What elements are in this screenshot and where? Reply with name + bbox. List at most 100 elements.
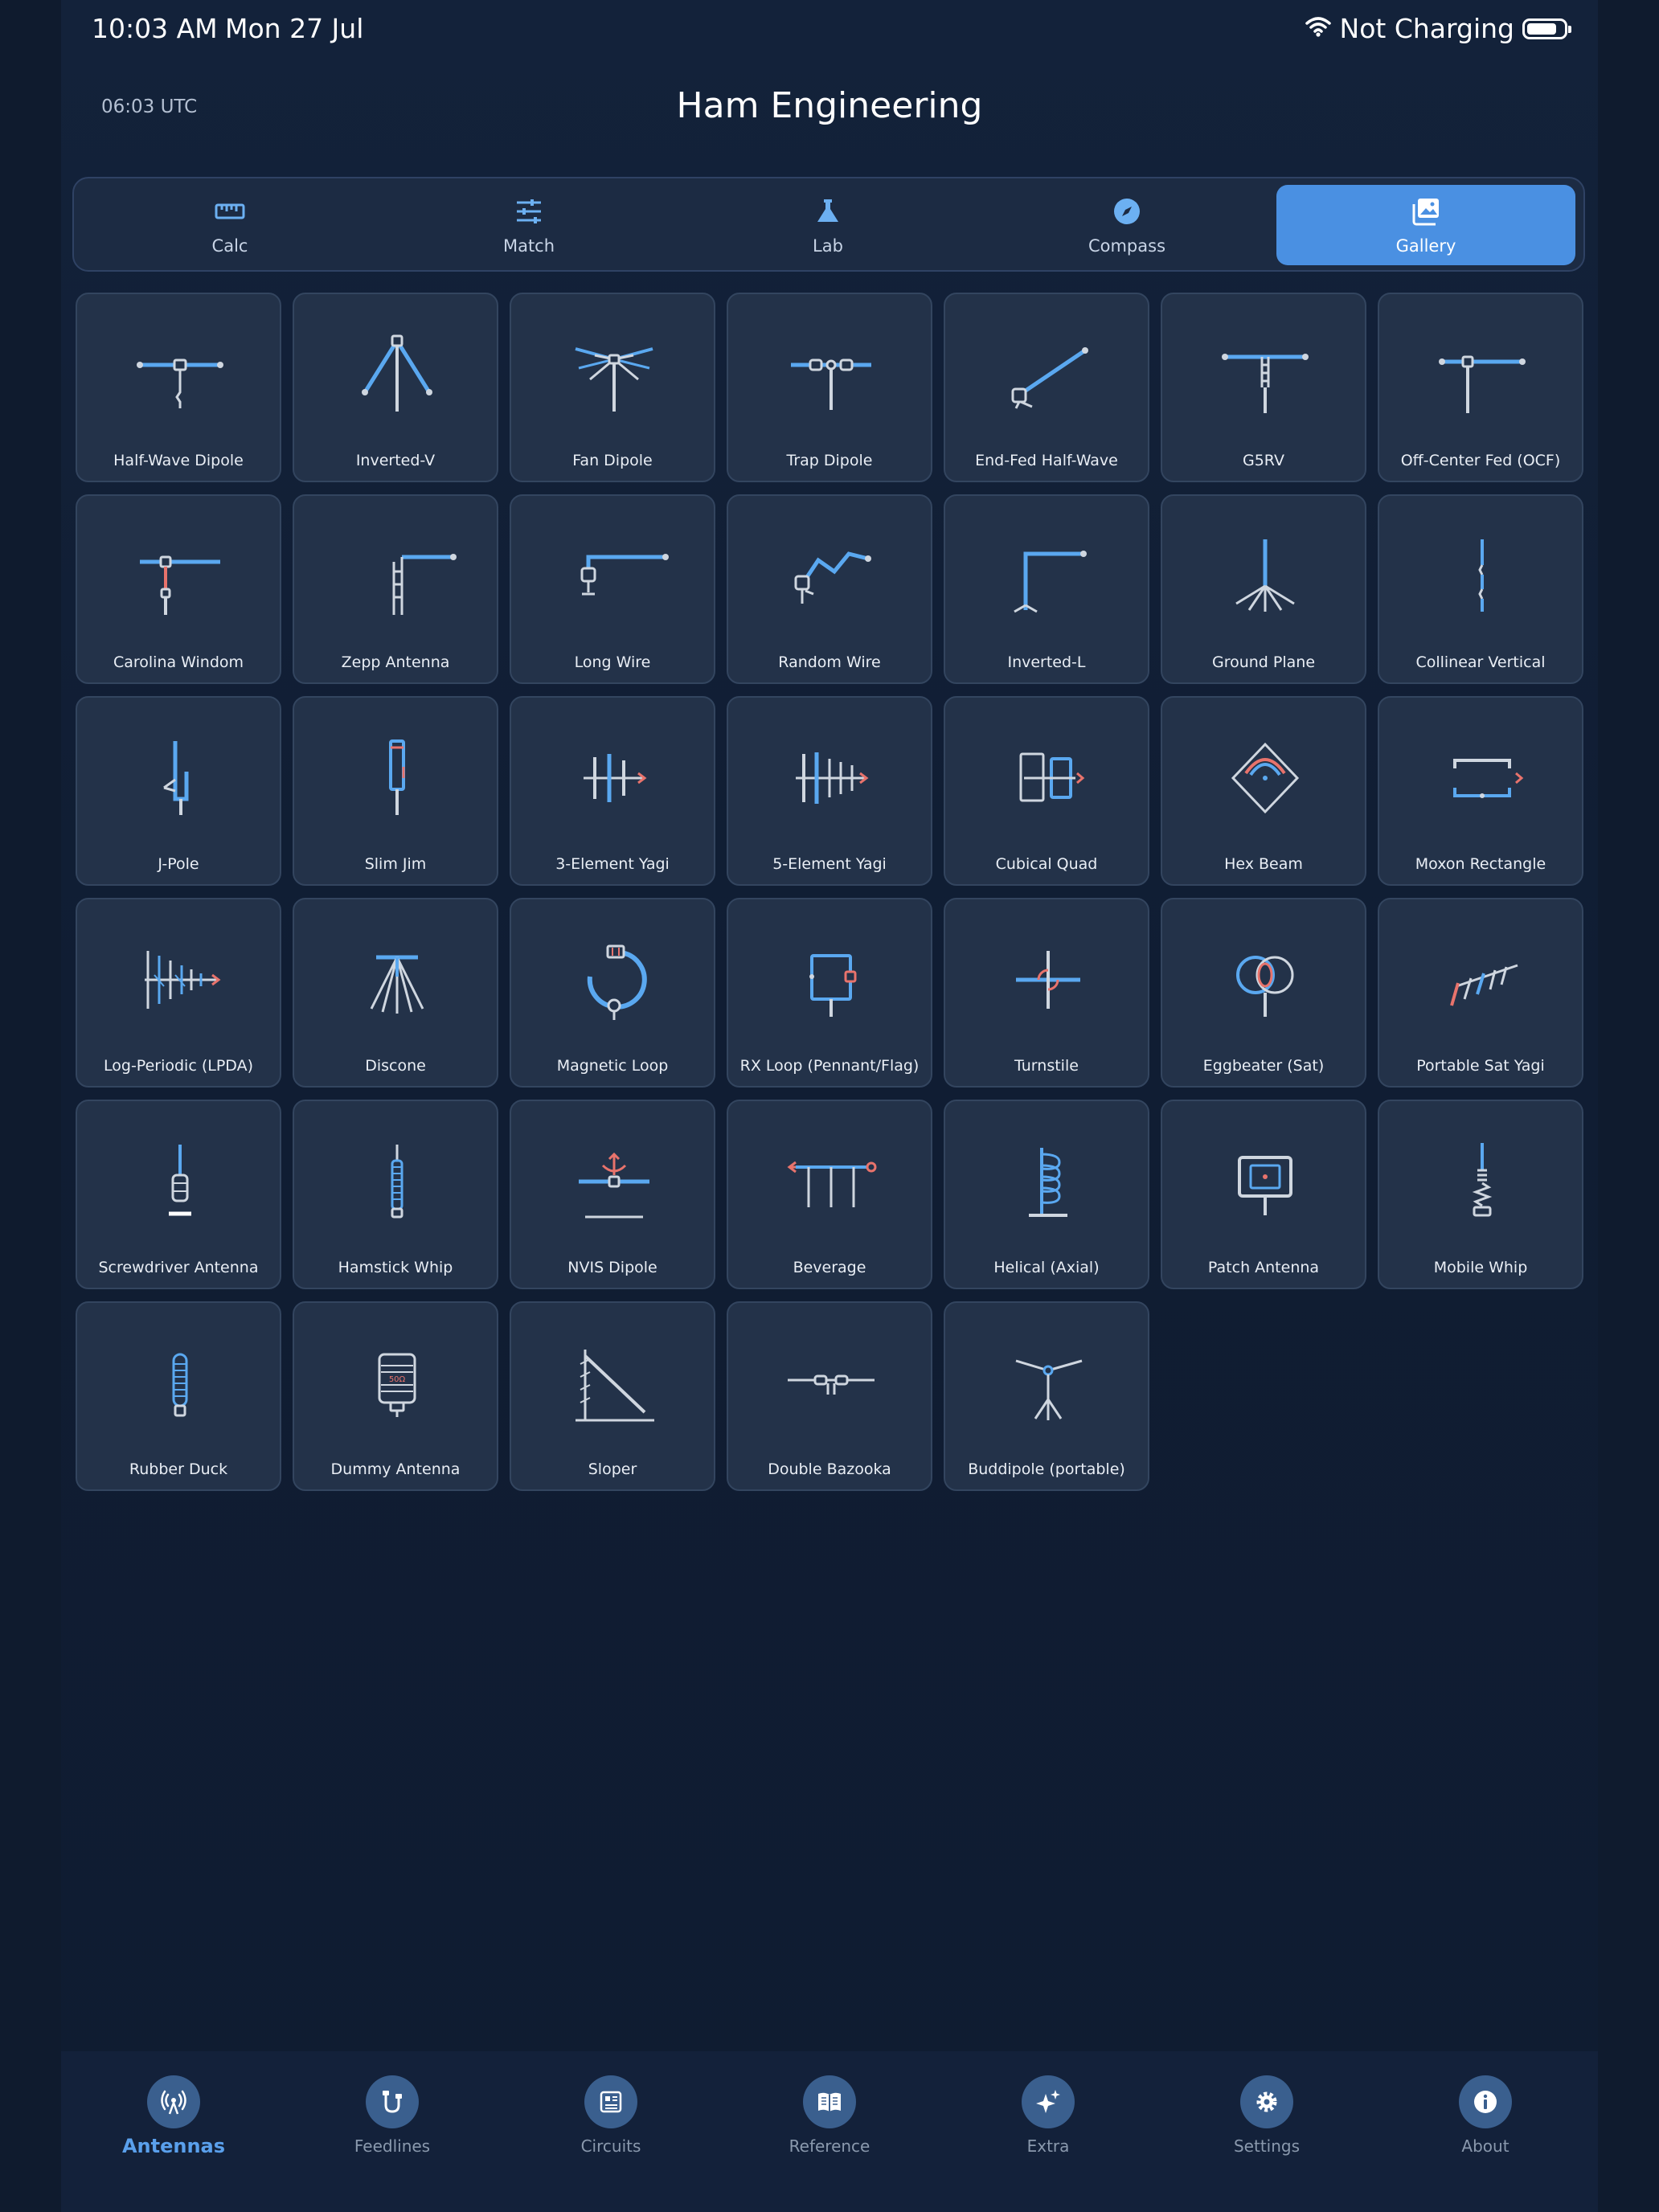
magnetic-loop-icon xyxy=(542,928,686,1025)
card-buddipole[interactable]: Buddipole (portable) xyxy=(944,1301,1149,1491)
tab-antennas[interactable]: Antennas xyxy=(93,2075,254,2157)
card-double-bazooka[interactable]: Double Bazooka xyxy=(727,1301,932,1491)
card-label: Hamstick Whip xyxy=(338,1259,453,1276)
segment-bar: Calc Match Lab Compass Gallery xyxy=(72,177,1585,272)
card-moxon-rectangle[interactable]: Moxon Rectangle xyxy=(1378,696,1583,886)
card-collinear-vertical[interactable]: Collinear Vertical xyxy=(1378,494,1583,684)
card-label: Discone xyxy=(365,1057,426,1075)
status-bar: 10:03 AM Mon 27 Jul Not Charging xyxy=(61,0,1598,61)
card-label: Collinear Vertical xyxy=(1415,653,1546,671)
card-random-wire[interactable]: Random Wire xyxy=(727,494,932,684)
segment-label: Gallery xyxy=(1395,236,1456,256)
card-label: Patch Antenna xyxy=(1207,1259,1320,1276)
tab-circuits[interactable]: Circuits xyxy=(530,2075,691,2156)
moxon-rectangle-icon xyxy=(1410,727,1555,823)
card-inverted-v[interactable]: Inverted-V xyxy=(293,293,498,482)
carolina-windom-icon xyxy=(108,525,252,621)
card-label: Screwdriver Antenna xyxy=(98,1259,259,1276)
segment-label: Compass xyxy=(1088,236,1166,256)
card-label: Beverage xyxy=(793,1259,866,1276)
card-yagi-5-element[interactable]: 5-Element Yagi xyxy=(727,696,932,886)
hex-beam-icon xyxy=(1193,727,1337,823)
card-end-fed-half-wave[interactable]: End-Fed Half-Wave xyxy=(944,293,1149,482)
card-rubber-duck[interactable]: Rubber Duck xyxy=(76,1301,281,1491)
card-helical[interactable]: Helical (Axial) xyxy=(944,1100,1149,1289)
card-log-periodic[interactable]: Log-Periodic (LPDA) xyxy=(76,898,281,1088)
gallery-icon xyxy=(1410,195,1442,231)
card-hex-beam[interactable]: Hex Beam xyxy=(1161,696,1366,886)
gear-icon xyxy=(1240,2075,1293,2128)
nvis-dipole-icon xyxy=(542,1130,686,1227)
card-label: Carolina Windom xyxy=(113,653,244,671)
trap-dipole-icon xyxy=(759,323,903,420)
card-magnetic-loop[interactable]: Magnetic Loop xyxy=(510,898,715,1088)
card-ground-plane[interactable]: Ground Plane xyxy=(1161,494,1366,684)
card-screwdriver-antenna[interactable]: Screwdriver Antenna xyxy=(76,1100,281,1289)
rubber-duck-icon xyxy=(108,1332,252,1428)
segment-lab[interactable]: Lab xyxy=(678,185,977,265)
card-turnstile[interactable]: Turnstile xyxy=(944,898,1149,1088)
card-trap-dipole[interactable]: Trap Dipole xyxy=(727,293,932,482)
ruler-icon xyxy=(214,195,246,231)
card-eggbeater[interactable]: Eggbeater (Sat) xyxy=(1161,898,1366,1088)
wifi-icon xyxy=(1305,13,1332,44)
status-date: Mon 27 Jul xyxy=(225,13,364,44)
tab-label: Feedlines xyxy=(354,2136,431,2156)
card-half-wave-dipole[interactable]: Half-Wave Dipole xyxy=(76,293,281,482)
card-patch-antenna[interactable]: Patch Antenna xyxy=(1161,1100,1366,1289)
tab-extra[interactable]: Extra xyxy=(968,2075,1129,2156)
card-label: Moxon Rectangle xyxy=(1415,855,1546,873)
tab-reference[interactable]: Reference xyxy=(749,2075,910,2156)
card-label: Buddipole (portable) xyxy=(968,1460,1125,1478)
portable-sat-yagi-icon xyxy=(1410,928,1555,1025)
segment-compass[interactable]: Compass xyxy=(977,185,1276,265)
sliders-icon xyxy=(513,195,545,231)
status-time: 10:03 AM xyxy=(92,13,218,44)
card-hamstick-whip[interactable]: Hamstick Whip xyxy=(293,1100,498,1289)
card-yagi-3-element[interactable]: 3-Element Yagi xyxy=(510,696,715,886)
card-beverage[interactable]: Beverage xyxy=(727,1100,932,1289)
card-g5rv[interactable]: G5RV xyxy=(1161,293,1366,482)
card-discone[interactable]: Discone xyxy=(293,898,498,1088)
card-label: Off-Center Fed (OCF) xyxy=(1400,452,1561,469)
ground-plane-icon xyxy=(1193,525,1337,621)
card-cubical-quad[interactable]: Cubical Quad xyxy=(944,696,1149,886)
segment-match[interactable]: Match xyxy=(379,185,678,265)
cubical-quad-icon xyxy=(976,727,1120,823)
card-slim-jim[interactable]: Slim Jim xyxy=(293,696,498,886)
card-dummy-load[interactable]: 50Ω Dummy Antenna xyxy=(293,1301,498,1491)
mobile-whip-icon xyxy=(1410,1130,1555,1227)
card-sloper[interactable]: Sloper xyxy=(510,1301,715,1491)
card-rx-loop[interactable]: RX Loop (Pennant/Flag) xyxy=(727,898,932,1088)
tab-feedlines[interactable]: Feedlines xyxy=(312,2075,473,2156)
tab-label: Settings xyxy=(1233,2136,1301,2156)
inverted-l-icon xyxy=(976,525,1120,621)
card-ocf-dipole[interactable]: Off-Center Fed (OCF) xyxy=(1378,293,1583,482)
card-fan-dipole[interactable]: Fan Dipole xyxy=(510,293,715,482)
j-pole-icon xyxy=(108,727,252,823)
bottom-tab-bar: Antennas Feedlines Circuits Reference Ex… xyxy=(61,2051,1598,2212)
card-nvis-dipole[interactable]: NVIS Dipole xyxy=(510,1100,715,1289)
card-portable-sat-yagi[interactable]: Portable Sat Yagi xyxy=(1378,898,1583,1088)
segment-calc[interactable]: Calc xyxy=(80,185,379,265)
antenna-icon xyxy=(147,2075,200,2128)
yagi-5-element-icon xyxy=(759,727,903,823)
collinear-vertical-icon xyxy=(1410,525,1555,621)
card-zepp-antenna[interactable]: Zepp Antenna xyxy=(293,494,498,684)
card-carolina-windom[interactable]: Carolina Windom xyxy=(76,494,281,684)
card-label: Random Wire xyxy=(778,653,881,671)
card-label: Hex Beam xyxy=(1224,855,1303,873)
card-long-wire[interactable]: Long Wire xyxy=(510,494,715,684)
card-mobile-whip[interactable]: Mobile Whip xyxy=(1378,1100,1583,1289)
tab-settings[interactable]: Settings xyxy=(1186,2075,1347,2156)
random-wire-icon xyxy=(759,525,903,621)
card-inverted-l[interactable]: Inverted-L xyxy=(944,494,1149,684)
charging-status: Not Charging xyxy=(1339,13,1514,44)
zepp-antenna-icon xyxy=(325,525,469,621)
tab-about[interactable]: About xyxy=(1405,2075,1566,2156)
card-label: 5-Element Yagi xyxy=(772,855,887,873)
end-fed-half-wave-icon xyxy=(976,323,1120,420)
segment-gallery[interactable]: Gallery xyxy=(1276,185,1575,265)
card-label: Fan Dipole xyxy=(572,452,653,469)
card-j-pole[interactable]: J-Pole xyxy=(76,696,281,886)
